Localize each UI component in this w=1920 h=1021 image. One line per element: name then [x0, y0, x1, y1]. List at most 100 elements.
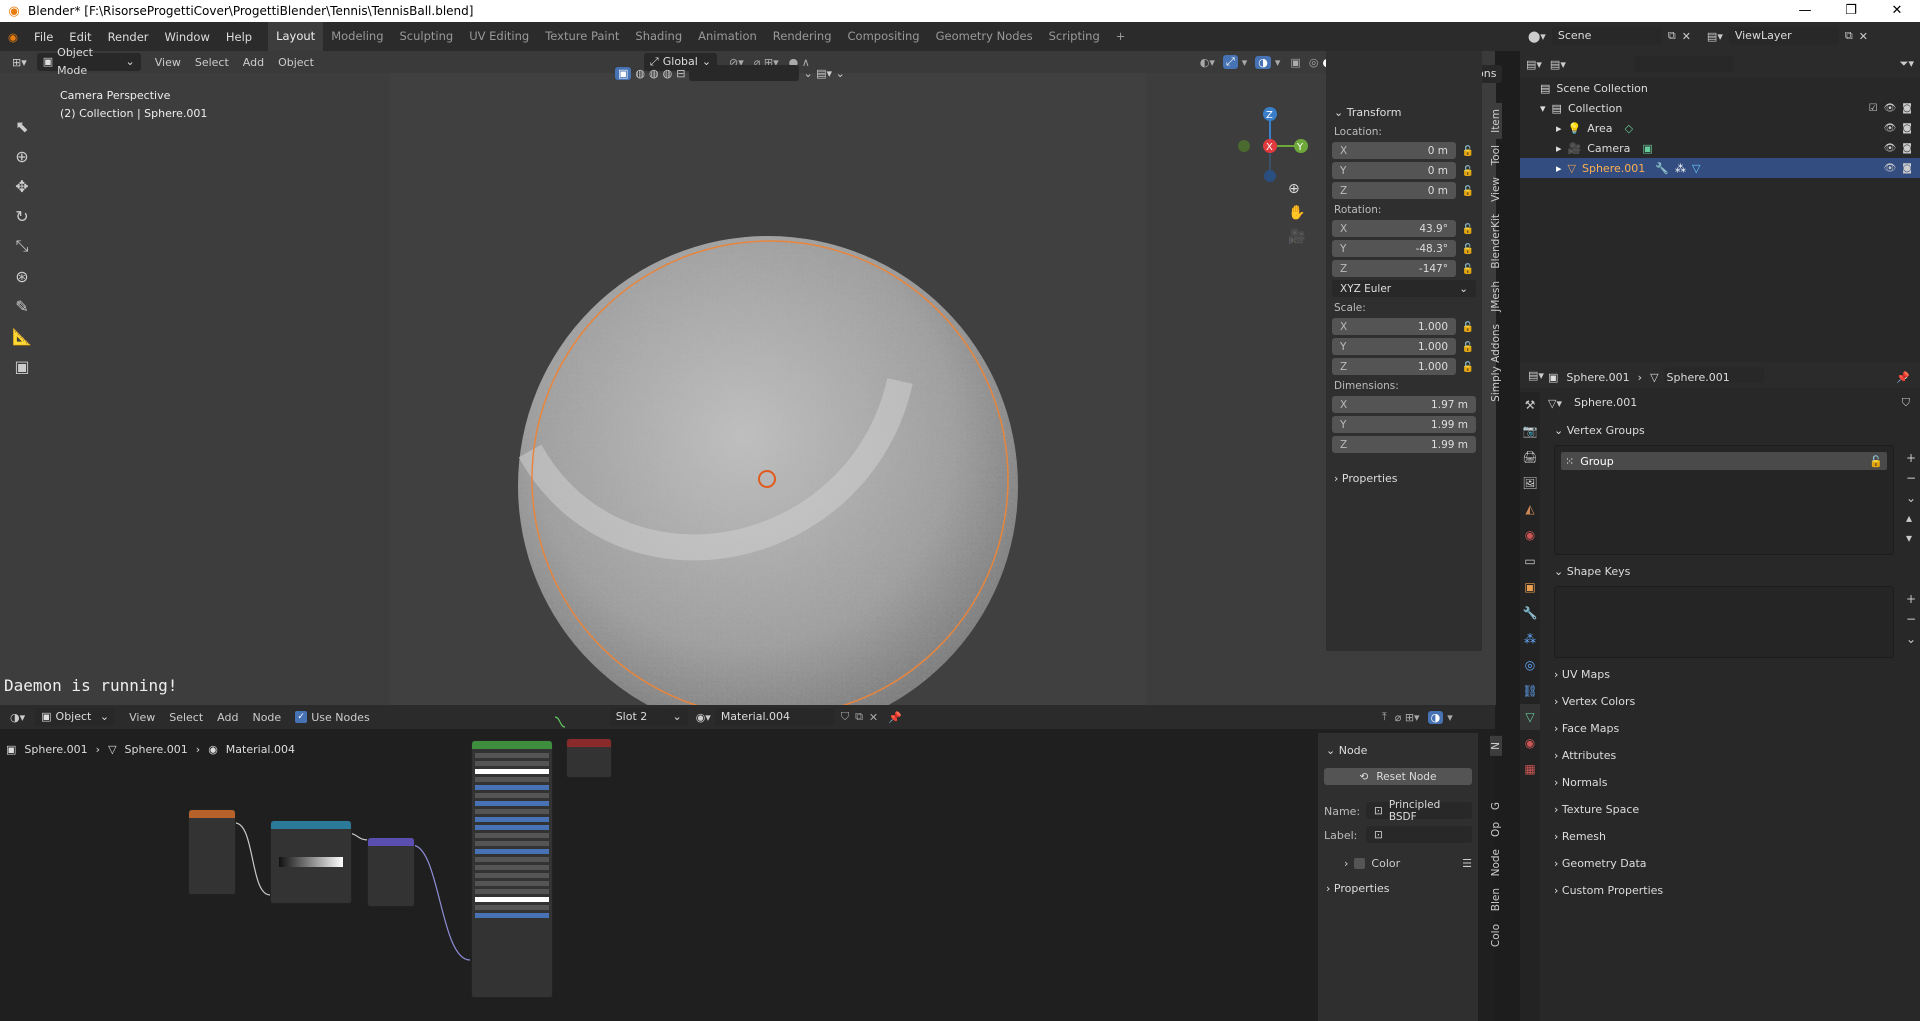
lock-icon[interactable]: 🔓	[1460, 224, 1476, 235]
menu-object[interactable]: Object	[278, 56, 314, 69]
menu-add[interactable]: Add	[243, 56, 264, 69]
gizmo-toggle-icon[interactable]: ⤢	[1222, 55, 1238, 69]
blender-menu-icon[interactable]: ◉	[0, 30, 26, 44]
node-name-field[interactable]: ⊡ Principled BSDF	[1366, 799, 1472, 823]
list-icon[interactable]: ☰	[1462, 857, 1472, 870]
vertex-groups-section[interactable]: ⌄ Vertex Groups	[1548, 419, 1920, 441]
reset-node-button[interactable]: ⟲ Reset Node	[1324, 768, 1472, 785]
navigation-gizmo[interactable]: Z Y X	[1230, 106, 1310, 186]
shape-keys-section[interactable]: ⌄ Shape Keys	[1548, 560, 1920, 582]
tab-item[interactable]: Item	[1490, 103, 1502, 139]
remove-icon[interactable]: −	[1906, 471, 1916, 485]
view-layer-tab-icon[interactable]: 🖼	[1520, 470, 1540, 496]
tab-texture-paint[interactable]: Texture Paint	[537, 22, 627, 51]
tab-scripting[interactable]: Scripting	[1041, 22, 1108, 51]
outliner-camera[interactable]: ▸ 🎥 Camera ▣ 👁 ◙	[1520, 138, 1920, 158]
data-tab-icon[interactable]: ▽	[1520, 704, 1540, 730]
shader-node-editor[interactable]: ◑▾ ▣ Object ⌄ View Select Add Node ✓ Use No…	[0, 705, 1495, 1021]
node-label-field[interactable]: ⊡	[1366, 826, 1472, 843]
new-scene-icon[interactable]: ⧉	[1668, 29, 1676, 43]
material-output-node[interactable]	[566, 738, 612, 778]
close-icon[interactable]: ✕	[1874, 0, 1920, 22]
world-tab-icon[interactable]: ◉	[1520, 522, 1540, 548]
eye-icon[interactable]: 👁	[1884, 103, 1897, 114]
tab-blenderkit[interactable]: BlenderKit	[1490, 208, 1502, 275]
filter-icon[interactable]: ⌄ ▤▾ ⌄	[803, 67, 844, 80]
vertex-colors-section[interactable]: › Vertex Colors	[1548, 690, 1920, 712]
vertex-group-list[interactable]: ⁙ Group 🔓	[1554, 445, 1894, 555]
pin-icon[interactable]: 📌	[1896, 371, 1910, 384]
tab-modeling[interactable]: Modeling	[323, 22, 391, 51]
tab-jmesh[interactable]: JMesh	[1490, 275, 1502, 318]
view-layer-select[interactable]: ViewLayer	[1728, 27, 1839, 45]
constraints-tab-icon[interactable]: ⛓	[1520, 678, 1540, 704]
outliner-collection[interactable]: ▾ ▤ Collection ☑ 👁 ◙	[1520, 98, 1920, 118]
new-view-layer-icon[interactable]: ⧉	[1845, 29, 1853, 43]
face-maps-section[interactable]: › Face Maps	[1548, 717, 1920, 739]
tab-animation[interactable]: Animation	[690, 22, 765, 51]
measure-tool-icon[interactable]: 📐	[8, 321, 36, 351]
zoom-icon[interactable]: ⊕	[1288, 181, 1305, 197]
camera-icon[interactable]: ◙	[1902, 103, 1912, 114]
material-name-field[interactable]: Material.004	[714, 708, 835, 726]
scale-y-field[interactable]: Y 1.000	[1332, 338, 1456, 355]
output-tab-icon[interactable]: 🖨	[1520, 444, 1540, 470]
viewport-3d[interactable]: ⊞▾ ▣ Object Mode ⌄ View Select Add Object …	[0, 46, 1503, 736]
editor-type-icon[interactable]: ⊞▾	[12, 56, 27, 69]
modifier-tab-icon[interactable]: 🔧	[1520, 600, 1540, 626]
tennis-ball-object[interactable]	[500, 181, 1040, 741]
texture-tab-icon[interactable]: ▦	[1520, 756, 1540, 782]
particles-tab-icon[interactable]: ⁂	[1520, 626, 1540, 652]
menu-help[interactable]: Help	[218, 30, 260, 44]
select-box-icon[interactable]: ▣	[615, 66, 632, 80]
transform-tool-icon[interactable]: ⊛	[8, 261, 36, 291]
chevron-down-icon[interactable]: ⌄	[1906, 632, 1916, 646]
texture-space-section[interactable]: › Texture Space	[1548, 798, 1920, 820]
parent-node-icon[interactable]: ⤒	[1382, 710, 1387, 724]
tool-tab-icon[interactable]: ⚒	[1520, 392, 1540, 418]
lock-icon[interactable]: 🔓	[1460, 362, 1476, 373]
tab-n[interactable]: N	[1490, 736, 1502, 756]
vertex-group-item[interactable]: ⁙ Group 🔓	[1561, 452, 1887, 470]
tab-compositing[interactable]: Compositing	[840, 22, 928, 51]
maximize-icon[interactable]: ❐	[1828, 0, 1874, 22]
location-y-field[interactable]: Y 0 m	[1332, 162, 1456, 179]
delete-scene-icon[interactable]: ✕	[1682, 30, 1691, 43]
move-up-icon[interactable]: ▴	[1906, 511, 1916, 525]
overlay-toggle-icon[interactable]: ◑	[1255, 55, 1271, 69]
camera-view-icon[interactable]: 🎥	[1288, 229, 1305, 245]
dimensions-z-field[interactable]: Z 1.99 m	[1332, 436, 1476, 453]
tab-rendering[interactable]: Rendering	[765, 22, 840, 51]
render-tab-icon[interactable]: 📷	[1520, 418, 1540, 444]
custom-properties-section[interactable]: › Custom Properties	[1548, 879, 1920, 901]
checkbox-icon[interactable]: ☑	[1869, 103, 1878, 114]
add-icon[interactable]: +	[1906, 592, 1916, 606]
editor-type-icon[interactable]: ▤▾	[1526, 58, 1542, 71]
snap-icon[interactable]: ⌀ ⊞▾	[1395, 711, 1420, 724]
normals-section[interactable]: › Normals	[1548, 771, 1920, 793]
annotate-tool-icon[interactable]: ✎	[8, 291, 36, 321]
add-workspace-icon[interactable]: +	[1108, 22, 1134, 51]
tab-blen[interactable]: Blen	[1490, 882, 1502, 917]
scene-tab-icon[interactable]: ◭	[1520, 496, 1540, 522]
fake-user-icon[interactable]: ⛉	[1902, 396, 1910, 410]
outliner[interactable]: ▤▾ ▤▾ ⏷▾ ▤ Scene Collection ▾ ▤ Collection ☑…	[1520, 50, 1920, 362]
principled-bsdf-node[interactable]	[471, 740, 553, 998]
attributes-section[interactable]: › Attributes	[1548, 744, 1920, 766]
tab-layout[interactable]: Layout	[268, 22, 324, 51]
transform-section[interactable]: ⌄ Transform	[1326, 101, 1482, 123]
menu-view[interactable]: View	[155, 56, 181, 69]
node-properties-section[interactable]: › Properties	[1318, 877, 1478, 899]
select-extend-icon[interactable]: ◍	[649, 67, 659, 80]
filter-icon[interactable]: ⏷▾	[1900, 57, 1914, 71]
bump-node[interactable]	[367, 837, 415, 907]
menu-render[interactable]: Render	[100, 30, 157, 44]
scale-x-field[interactable]: X 1.000	[1332, 318, 1456, 335]
material-tab-icon[interactable]: ◉	[1520, 730, 1540, 756]
scale-tool-icon[interactable]: ⤡	[8, 231, 36, 261]
rotation-z-field[interactable]: Z -147°	[1332, 260, 1456, 277]
tab-simply-addons[interactable]: Simply Addons	[1490, 318, 1502, 408]
lock-icon[interactable]: 🔓	[1460, 166, 1476, 177]
visibility-icon[interactable]: ◐▾	[1200, 56, 1215, 69]
eye-icon[interactable]: 👁	[1884, 143, 1897, 154]
